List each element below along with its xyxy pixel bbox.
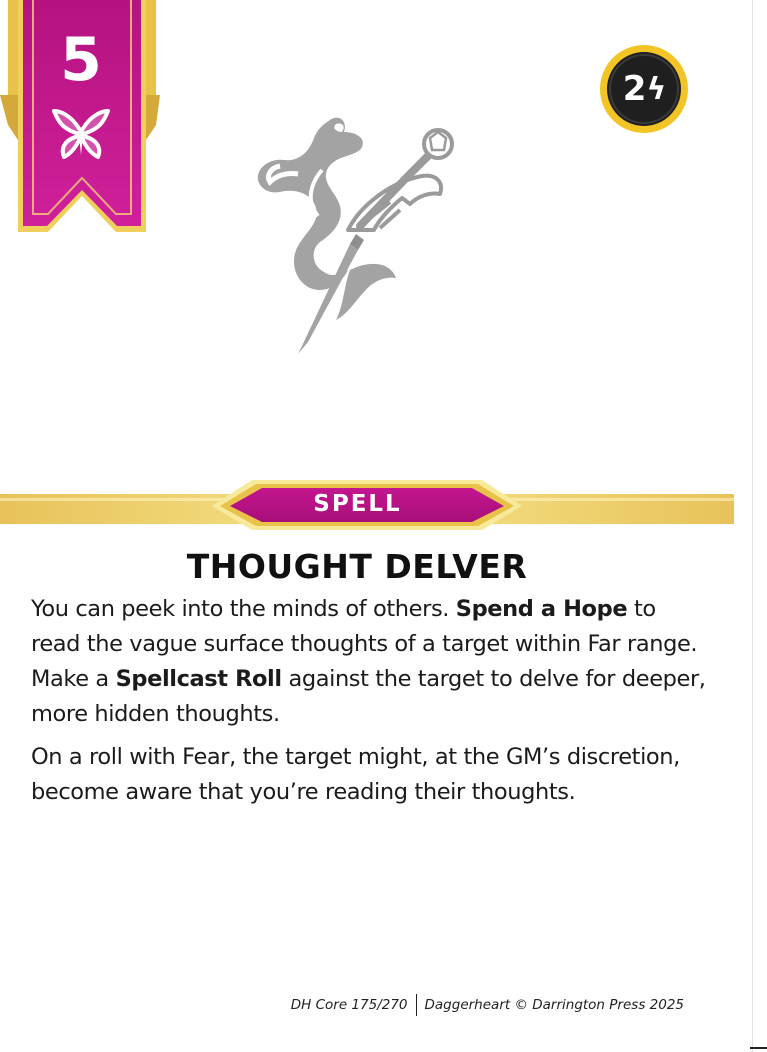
- serpent-dagger-art: [257, 117, 454, 354]
- copyright: Daggerheart © Darrington Press 2025: [424, 997, 684, 1013]
- footer-separator: [415, 994, 417, 1016]
- butterfly-icon: [52, 109, 110, 159]
- card-number: DH Core 175/270: [290, 997, 408, 1013]
- card-edge: [752, 0, 753, 1052]
- crop-mark: [750, 1047, 767, 1049]
- ability-paragraph-2: On a roll with Fear, the target might, a…: [31, 744, 680, 805]
- ability-paragraph-1: You can peek into the minds of others. S…: [31, 596, 706, 727]
- recall-cost-value: 2: [622, 69, 647, 109]
- card-ability-text: You can peek into the minds of others. S…: [31, 592, 711, 818]
- keyword-spend-hope: Spend a Hope: [455, 596, 628, 622]
- recall-cost: 2ϟ: [599, 44, 689, 134]
- card-footer: DH Core 175/270 Daggerheart © Darrington …: [240, 994, 684, 1016]
- keyword-spellcast-roll: Spellcast Roll: [115, 666, 283, 692]
- level-number: 5: [60, 25, 102, 95]
- card-type-label: SPELL: [313, 491, 402, 517]
- domain-card: 5 2ϟ SPELL THOUGHT DELVER You can peek i…: [0, 0, 767, 1052]
- card-title: THOUGHT DELVER: [186, 547, 528, 586]
- bolt-icon: ϟ: [646, 71, 666, 107]
